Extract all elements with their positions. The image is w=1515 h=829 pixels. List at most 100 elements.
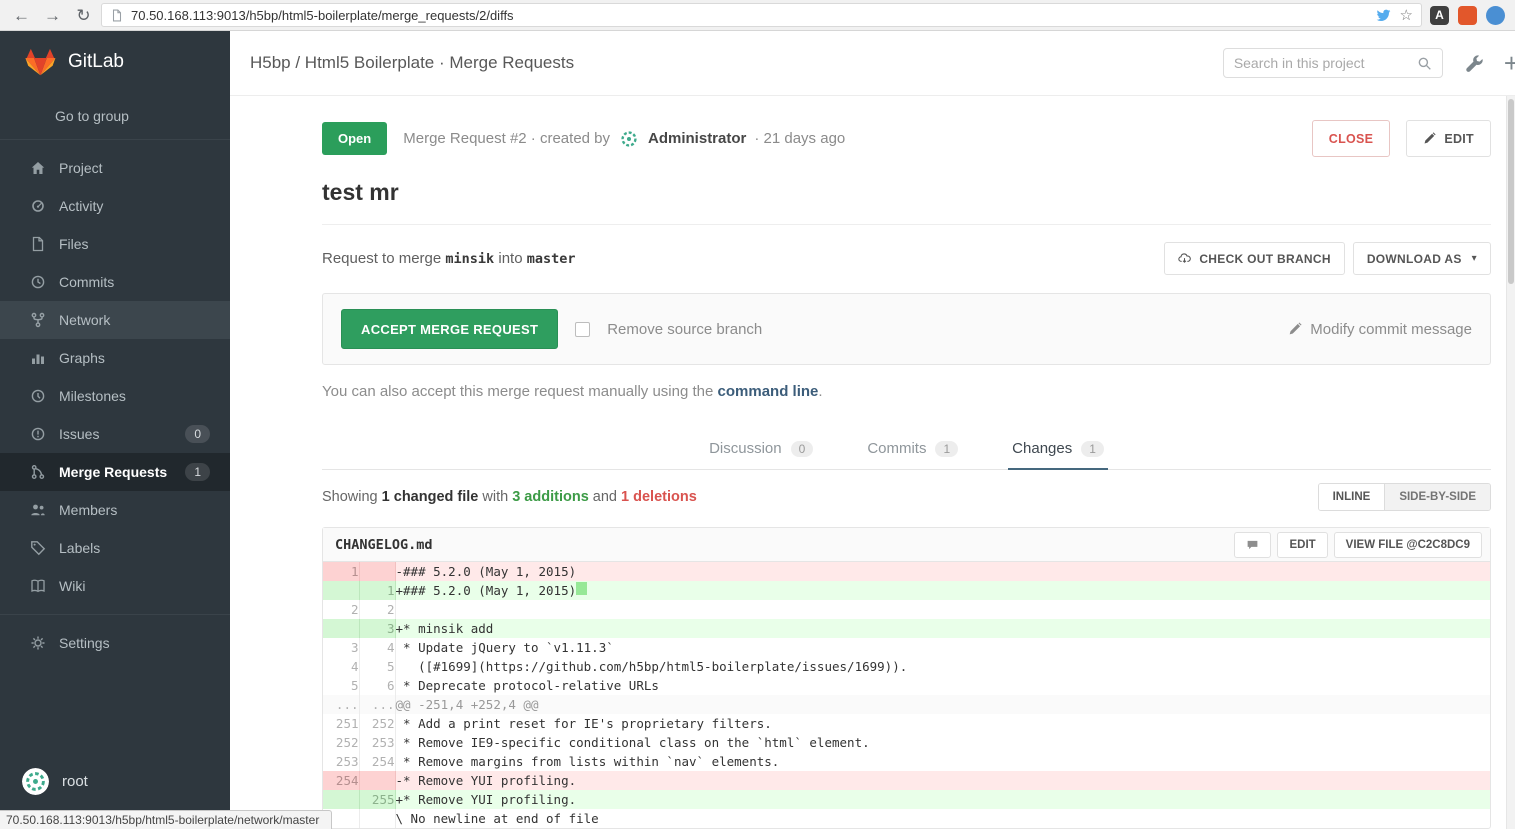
- forward-button[interactable]: →: [39, 7, 66, 24]
- old-line-number[interactable]: 252: [323, 733, 359, 752]
- page-icon: [110, 8, 124, 23]
- go-to-group-link[interactable]: Go to group: [0, 93, 230, 140]
- new-line-number[interactable]: 6: [359, 676, 395, 695]
- sidebar-item-project[interactable]: Project: [0, 149, 230, 187]
- file-name[interactable]: CHANGELOG.md: [335, 537, 1234, 553]
- old-line-number[interactable]: [323, 581, 359, 600]
- sidebar-item-label: Issues: [59, 426, 185, 442]
- merge-requests-icon: [30, 464, 47, 480]
- sidebar-item-activity[interactable]: Activity: [0, 187, 230, 225]
- bookmark-star-icon[interactable]: ☆: [1400, 8, 1413, 23]
- new-line-number[interactable]: 5: [359, 657, 395, 676]
- tab-commits[interactable]: Commits1: [863, 426, 962, 470]
- new-line-number[interactable]: [359, 771, 395, 790]
- sidebar-item-members[interactable]: Members: [0, 491, 230, 529]
- sidebar-item-commits[interactable]: Commits: [0, 263, 230, 301]
- accept-widget: ACCEPT MERGE REQUEST Remove source branc…: [322, 293, 1491, 365]
- sidebar-user[interactable]: root: [0, 768, 230, 795]
- new-line-number[interactable]: 252: [359, 714, 395, 733]
- new-line-number[interactable]: 255: [359, 790, 395, 809]
- inline-view-button[interactable]: INLINE: [1319, 484, 1385, 510]
- old-line-number[interactable]: 5: [323, 676, 359, 695]
- stats-additions: 3 additions: [512, 489, 589, 505]
- diff-code: [395, 600, 1490, 619]
- check-out-branch-button[interactable]: CHECK OUT BRANCH: [1164, 242, 1344, 275]
- mr-state-row: Open Merge Request #2 · created by Admin…: [322, 120, 1491, 157]
- sidebar-item-merge-requests[interactable]: Merge Requests1: [0, 453, 230, 491]
- old-line-number[interactable]: 1: [323, 562, 359, 581]
- sidebar-item-network[interactable]: Network: [0, 301, 230, 339]
- new-line-number[interactable]: 4: [359, 638, 395, 657]
- reload-button[interactable]: ↻: [70, 7, 97, 24]
- old-line-number[interactable]: 4: [323, 657, 359, 676]
- old-line-number[interactable]: 3: [323, 638, 359, 657]
- gitlab-logo-link[interactable]: GitLab: [0, 31, 230, 93]
- new-line-number[interactable]: 3: [359, 619, 395, 638]
- scrollbar[interactable]: [1506, 96, 1515, 829]
- sidebar: GitLab Go to group ProjectActivityFilesC…: [0, 31, 230, 829]
- close-button[interactable]: CLOSE: [1312, 120, 1391, 157]
- old-line-number[interactable]: 254: [323, 771, 359, 790]
- target-branch[interactable]: master: [527, 251, 576, 267]
- new-line-number[interactable]: 254: [359, 752, 395, 771]
- wrench-icon[interactable]: [1465, 54, 1484, 73]
- sidebar-item-files[interactable]: Files: [0, 225, 230, 263]
- download-as-button[interactable]: DOWNLOAD AS ▾: [1353, 242, 1491, 275]
- diff-line: 1+### 5.2.0 (May 1, 2015): [323, 581, 1490, 600]
- extension-icon-1[interactable]: A: [1430, 6, 1449, 25]
- new-line-number[interactable]: [359, 809, 395, 828]
- diff-line: 22: [323, 600, 1490, 619]
- sidebar-item-milestones[interactable]: Milestones: [0, 377, 230, 415]
- new-line-number[interactable]: [359, 562, 395, 581]
- diff-code-text: * Update jQuery to `v1.11.3`: [396, 640, 614, 655]
- remove-source-branch-checkbox[interactable]: [575, 322, 590, 337]
- sidebar-item-labels[interactable]: Labels: [0, 529, 230, 567]
- tab-discussion[interactable]: Discussion0: [705, 426, 817, 470]
- author-link[interactable]: Administrator: [648, 130, 746, 147]
- view-file-button[interactable]: VIEW FILE @C2C8DC9: [1334, 532, 1482, 558]
- diff-line: 254-* Remove YUI profiling.: [323, 771, 1490, 790]
- old-line-number[interactable]: 253: [323, 752, 359, 771]
- sidebar-item-settings[interactable]: Settings: [0, 624, 230, 662]
- tab-changes[interactable]: Changes1: [1008, 426, 1108, 470]
- old-line-number[interactable]: 2: [323, 600, 359, 619]
- browser-toolbar: ← → ↻ 70.50.168.113:9013/h5bp/html5-boil…: [0, 0, 1515, 31]
- mr-time-ago: · 21 days ago: [754, 130, 845, 147]
- side-by-side-view-button[interactable]: SIDE-BY-SIDE: [1384, 484, 1490, 510]
- old-line-number[interactable]: [323, 619, 359, 638]
- sidebar-item-wiki[interactable]: Wiki: [0, 567, 230, 605]
- new-line-number[interactable]: ...: [359, 695, 395, 714]
- extension-icon-2[interactable]: [1458, 6, 1477, 25]
- source-branch[interactable]: minsik: [445, 251, 494, 267]
- remove-source-branch-label[interactable]: Remove source branch: [607, 321, 762, 338]
- diff-code: ([#1699](https://github.com/h5bp/html5-b…: [395, 657, 1490, 676]
- sidebar-item-issues[interactable]: Issues0: [0, 415, 230, 453]
- extension-icon-3[interactable]: [1486, 6, 1505, 25]
- command-line-link[interactable]: command line: [718, 383, 819, 400]
- sidebar-item-graphs[interactable]: Graphs: [0, 339, 230, 377]
- edit-file-button[interactable]: EDIT: [1277, 532, 1327, 558]
- check-out-branch-label: CHECK OUT BRANCH: [1199, 252, 1330, 266]
- new-line-number[interactable]: 253: [359, 733, 395, 752]
- back-button[interactable]: ←: [8, 7, 35, 24]
- comment-button[interactable]: [1234, 532, 1271, 558]
- old-line-number[interactable]: [323, 790, 359, 809]
- old-line-number[interactable]: 251: [323, 714, 359, 733]
- caret-down-icon: ▾: [1472, 253, 1477, 264]
- edit-button[interactable]: EDIT: [1406, 120, 1491, 157]
- scrollbar-thumb[interactable]: [1508, 99, 1514, 284]
- plus-icon[interactable]: +: [1504, 50, 1515, 76]
- count-badge: 1: [185, 463, 210, 481]
- modify-commit-message-link[interactable]: Modify commit message: [1288, 321, 1472, 338]
- new-line-number[interactable]: 2: [359, 600, 395, 619]
- mr-title: test mr: [322, 179, 1491, 206]
- old-line-number[interactable]: ...: [323, 695, 359, 714]
- breadcrumb[interactable]: H5bp / Html5 Boilerplate · Merge Request…: [250, 53, 1223, 73]
- twitter-icon[interactable]: [1376, 8, 1393, 23]
- url-bar[interactable]: 70.50.168.113:9013/h5bp/html5-boilerplat…: [101, 3, 1422, 27]
- stats-showing: Showing: [322, 489, 378, 505]
- search-box[interactable]: [1223, 48, 1443, 78]
- search-input[interactable]: [1234, 55, 1417, 71]
- accept-merge-request-button[interactable]: ACCEPT MERGE REQUEST: [341, 309, 558, 349]
- new-line-number[interactable]: 1: [359, 581, 395, 600]
